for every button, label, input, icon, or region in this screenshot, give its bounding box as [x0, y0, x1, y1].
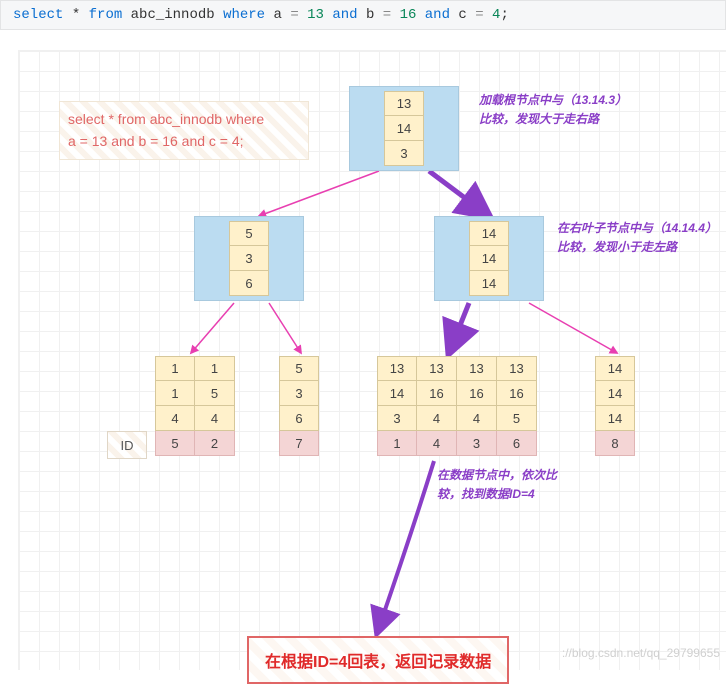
query-box: select * from abc_innodb where a = 13 an… — [59, 101, 309, 160]
key-cell: 13 — [384, 91, 424, 116]
key-cell: 14 — [469, 246, 509, 271]
btree-leaf-2: 5 3 6 7 — [279, 356, 319, 456]
btree-leaf-3: 13 13 13 13 14 16 16 16 3 4 4 5 1 4 3 6 — [377, 356, 537, 456]
result-box: 在根据ID=4回表，返回记录数据 — [247, 636, 509, 684]
key-cell: 14 — [469, 221, 509, 246]
sql-code-bar: select * from abc_innodb where a = 13 an… — [0, 0, 726, 30]
annotation-root: 加载根节点中与（13.14.3） 比较，发现大于走右路 — [479, 91, 679, 129]
key-cell: 5 — [229, 221, 269, 246]
btree-leaf-4: 14 14 14 8 — [595, 356, 635, 456]
btree-internal-left: 5 3 6 — [194, 216, 304, 301]
id-label: ID — [107, 431, 147, 459]
watermark: ://blog.csdn.net/qq_29799655 — [562, 646, 720, 660]
key-cell: 14 — [384, 116, 424, 141]
annotation-mid: 在右叶子节点中与（14.14.4） 比较，发现小于走左路 — [557, 219, 726, 257]
matched-id-cell: 4 — [417, 431, 457, 456]
key-cell: 14 — [469, 271, 509, 296]
btree-root-node: 13 14 3 — [349, 86, 459, 171]
query-line: a = 13 and b = 16 and c = 4; — [68, 130, 300, 152]
key-cell: 3 — [229, 246, 269, 271]
annotation-data: 在数据节点中，依次比 较，找到数据ID=4 — [437, 466, 597, 504]
key-cell: 6 — [229, 271, 269, 296]
key-cell: 3 — [384, 141, 424, 166]
btree-leaf-1: 11 15 44 52 — [155, 356, 235, 456]
query-line: select * from abc_innodb where — [68, 108, 300, 130]
btree-internal-right: 14 14 14 — [434, 216, 544, 301]
diagram-canvas: select * from abc_innodb where a = 13 an… — [18, 50, 726, 670]
